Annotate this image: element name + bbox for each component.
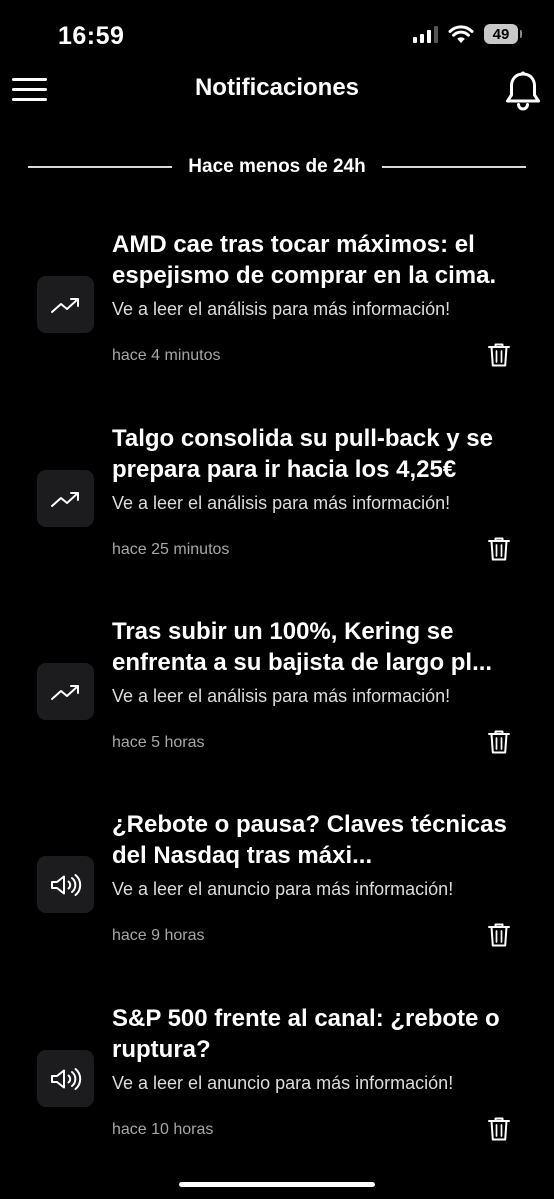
trending-up-icon [50,297,79,313]
home-indicator[interactable] [179,1182,375,1187]
notification-item[interactable]: Talgo consolida su pull-back y se prepar… [0,423,554,603]
notification-item[interactable]: Tras subir un 100%, Kering se enfrenta a… [0,616,554,796]
notification-time: hace 10 horas [112,1121,214,1138]
battery-icon: 49 [484,24,522,44]
notification-body: Ve a leer el anuncio para más informació… [112,879,454,899]
notification-time: hace 4 minutos [112,347,221,364]
notification-title: AMD cae tras tocar máximos: el espejismo… [112,231,497,289]
notification-body: Ve a leer el análisis para más informaci… [112,299,451,319]
battery-level: 49 [492,25,510,43]
bell-icon [506,71,540,111]
divider-line [28,166,173,168]
trash-icon [488,923,510,947]
notification-body: Ve a leer el anuncio para más informació… [112,1073,454,1093]
notification-time: hace 9 horas [112,927,205,944]
notification-item[interactable]: ¿Rebote o pausa? Claves técnicas del Nas… [0,809,554,989]
notifications-bell-button[interactable] [504,70,542,112]
delete-button[interactable] [487,1116,511,1142]
delete-button[interactable] [487,342,511,368]
speaker-icon [50,873,81,896]
notification-title: ¿Rebote o pausa? Claves técnicas del Nas… [112,811,507,869]
section-label: Hace menos de 24h [188,156,366,177]
trash-icon [488,1117,510,1141]
trash-icon [488,537,510,561]
notification-title: S&P 500 frente al canal: ¿rebote o ruptu… [112,1005,500,1063]
notification-body: Ve a leer el análisis para más informaci… [112,493,451,513]
status-bar: 16:59 49 [0,0,554,70]
notification-icon-box [37,856,94,913]
delete-button[interactable] [487,729,511,755]
notification-body: Ve a leer el análisis para más informaci… [112,686,451,706]
notification-icon-box [37,663,94,720]
header: Notificaciones [0,66,554,114]
notification-icon-box [37,1050,94,1107]
section-header: Hace menos de 24h [28,152,527,182]
notification-item[interactable]: AMD cae tras tocar máximos: el espejismo… [0,229,554,409]
notification-item[interactable]: S&P 500 frente al canal: ¿rebote o ruptu… [0,1003,554,1183]
notification-time: hace 25 minutos [112,541,230,558]
status-indicators: 49 [413,24,522,44]
trash-icon [488,730,510,754]
trash-icon [488,343,510,367]
notification-icon-box [37,470,94,527]
notification-title: Tras subir un 100%, Kering se enfrenta a… [112,618,493,676]
divider-line [381,166,527,168]
notification-title: Talgo consolida su pull-back y se prepar… [112,425,493,483]
status-time: 16:59 [58,22,125,50]
trending-up-icon [50,491,79,507]
delete-button[interactable] [487,536,511,562]
notification-icon-box [37,276,94,333]
delete-button[interactable] [487,922,511,948]
wifi-icon [448,24,474,43]
trending-up-icon [50,684,79,700]
speaker-icon [50,1067,81,1090]
notification-time: hace 5 horas [112,734,205,751]
cellular-signal-icon [413,25,438,43]
page-title: Notificaciones [194,74,360,101]
